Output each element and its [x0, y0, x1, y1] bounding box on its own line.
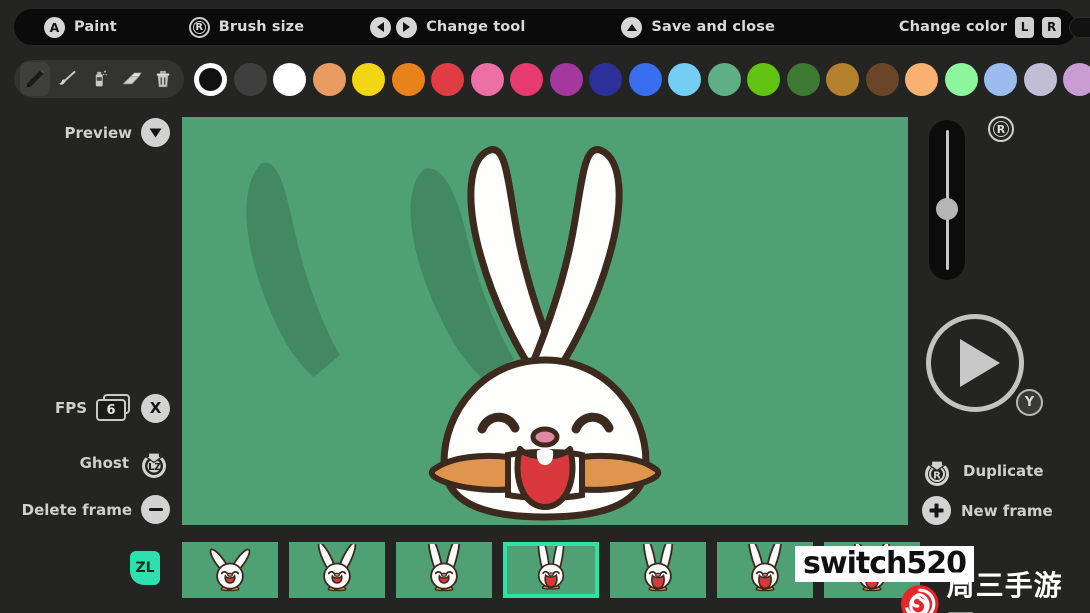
button-y-icon[interactable]: Y	[1016, 389, 1043, 416]
duplicate-frame-control[interactable]: R Duplicate	[921, 455, 1044, 487]
plus-icon[interactable]	[922, 496, 951, 525]
tool-pencil[interactable]	[20, 62, 50, 96]
frame-thumbnail[interactable]	[503, 542, 599, 598]
color-swatch-22[interactable]	[1063, 63, 1090, 96]
hint-paint[interactable]: A Paint	[44, 9, 117, 45]
delete-frame-label: Delete frame	[22, 501, 132, 519]
hint-brush-size-label: Brush size	[219, 19, 304, 35]
dpad-left-icon	[370, 17, 391, 38]
color-swatch-2[interactable]	[273, 63, 306, 96]
color-swatch-11[interactable]	[629, 63, 662, 96]
color-swatch-21[interactable]	[1024, 63, 1057, 96]
dpad-right-icon	[396, 17, 417, 38]
color-swatch-7[interactable]	[471, 63, 504, 96]
preview-label: Preview	[64, 124, 132, 142]
color-swatch-0[interactable]	[194, 63, 227, 96]
shoulder-r-icon: R	[189, 17, 210, 38]
fps-stack-icon[interactable]: 6	[96, 394, 132, 422]
fps-control[interactable]: FPS 6 X	[5, 393, 170, 423]
color-swatch-16[interactable]	[826, 63, 859, 96]
bunny-left-paw	[432, 456, 512, 490]
minus-icon[interactable]	[141, 495, 170, 524]
duplicate-r-icon[interactable]: R	[921, 455, 953, 487]
stick-l-key-icon[interactable]: L	[1015, 17, 1034, 38]
change-color-control[interactable]: Change color L R	[899, 9, 1090, 45]
watermark-site-name: 周三手游网	[947, 564, 1090, 613]
brush-size-shoulder-r-icon[interactable]: R	[988, 116, 1014, 142]
play-animation-button[interactable]	[926, 314, 1024, 412]
color-swatch-19[interactable]	[945, 63, 978, 96]
brush-size-slider[interactable]	[929, 120, 965, 280]
stick-r-key-icon[interactable]: R	[1042, 17, 1061, 38]
hint-brush-size[interactable]: R Brush size	[189, 9, 304, 45]
ghost-control[interactable]: Ghost	[5, 447, 170, 479]
delete-frame-control[interactable]: Delete frame	[5, 495, 170, 524]
frame-thumbnail[interactable]	[182, 542, 278, 598]
tool-and-color-palette-row	[14, 55, 1076, 103]
play-icon	[960, 339, 1000, 387]
color-swatch-5[interactable]	[392, 63, 425, 96]
color-swatch-18[interactable]	[905, 63, 938, 96]
color-swatch-list	[194, 63, 1090, 96]
button-x-icon[interactable]: X	[141, 394, 170, 423]
chevron-down-icon[interactable]	[141, 118, 170, 147]
change-color-label: Change color	[899, 19, 1007, 35]
hint-save-and-close[interactable]: Save and close	[621, 9, 775, 45]
frame-thumbnail[interactable]	[396, 542, 492, 598]
color-swatch-15[interactable]	[787, 63, 820, 96]
new-frame-control[interactable]: New frame	[921, 496, 1053, 525]
frame-thumbnail[interactable]	[610, 542, 706, 598]
color-swatch-17[interactable]	[866, 63, 899, 96]
tool-brush[interactable]	[52, 62, 82, 96]
fps-value: 6	[96, 399, 126, 421]
color-swatch-9[interactable]	[550, 63, 583, 96]
svg-text:R: R	[933, 471, 941, 482]
button-a-icon: A	[44, 17, 65, 38]
bunny-nose	[533, 429, 557, 445]
frame-thumbnail[interactable]	[289, 542, 385, 598]
duplicate-label: Duplicate	[963, 462, 1044, 480]
ghost-label: Ghost	[80, 454, 129, 472]
color-swatch-8[interactable]	[510, 63, 543, 96]
hint-save-close-label: Save and close	[651, 19, 775, 35]
button-x-triangle-icon	[621, 17, 642, 38]
spiral-logo-icon	[900, 584, 940, 613]
ghost-zl-icon[interactable]	[138, 447, 170, 479]
paint-app-window: A Paint R Brush size Change tool Save an…	[0, 0, 1090, 613]
hint-change-tool-label: Change tool	[426, 19, 525, 35]
color-swatch-1[interactable]	[234, 63, 267, 96]
preview-control[interactable]: Preview	[5, 118, 170, 147]
color-swatch-13[interactable]	[708, 63, 741, 96]
color-swatch-4[interactable]	[352, 63, 385, 96]
bunny-right-paw	[578, 456, 658, 490]
tool-eraser[interactable]	[116, 62, 146, 96]
color-swatch-6[interactable]	[431, 63, 464, 96]
color-swatch-12[interactable]	[668, 63, 701, 96]
fps-label: FPS	[55, 399, 87, 417]
tool-spray-can[interactable]	[84, 62, 114, 96]
new-frame-label: New frame	[961, 502, 1053, 520]
color-swatch-14[interactable]	[747, 63, 780, 96]
tool-group	[14, 60, 184, 98]
drawing-canvas[interactable]	[182, 117, 908, 525]
canvas-artwork	[182, 117, 908, 525]
dpad-left-right-icons	[370, 17, 417, 38]
watermark-logo: 周三手游网	[900, 564, 1090, 613]
color-preview-bar[interactable]	[1069, 17, 1090, 38]
hint-change-tool[interactable]: Change tool	[370, 9, 525, 45]
hint-paint-label: Paint	[74, 19, 117, 35]
color-swatch-10[interactable]	[589, 63, 622, 96]
bunny-right-ear	[532, 150, 619, 373]
zl-key-icon[interactable]: ZL	[130, 551, 160, 585]
slider-knob[interactable]	[936, 198, 958, 220]
top-help-bar: A Paint R Brush size Change tool Save an…	[14, 9, 1076, 45]
color-swatch-3[interactable]	[313, 63, 346, 96]
tool-trash[interactable]	[148, 62, 178, 96]
color-swatch-20[interactable]	[984, 63, 1017, 96]
